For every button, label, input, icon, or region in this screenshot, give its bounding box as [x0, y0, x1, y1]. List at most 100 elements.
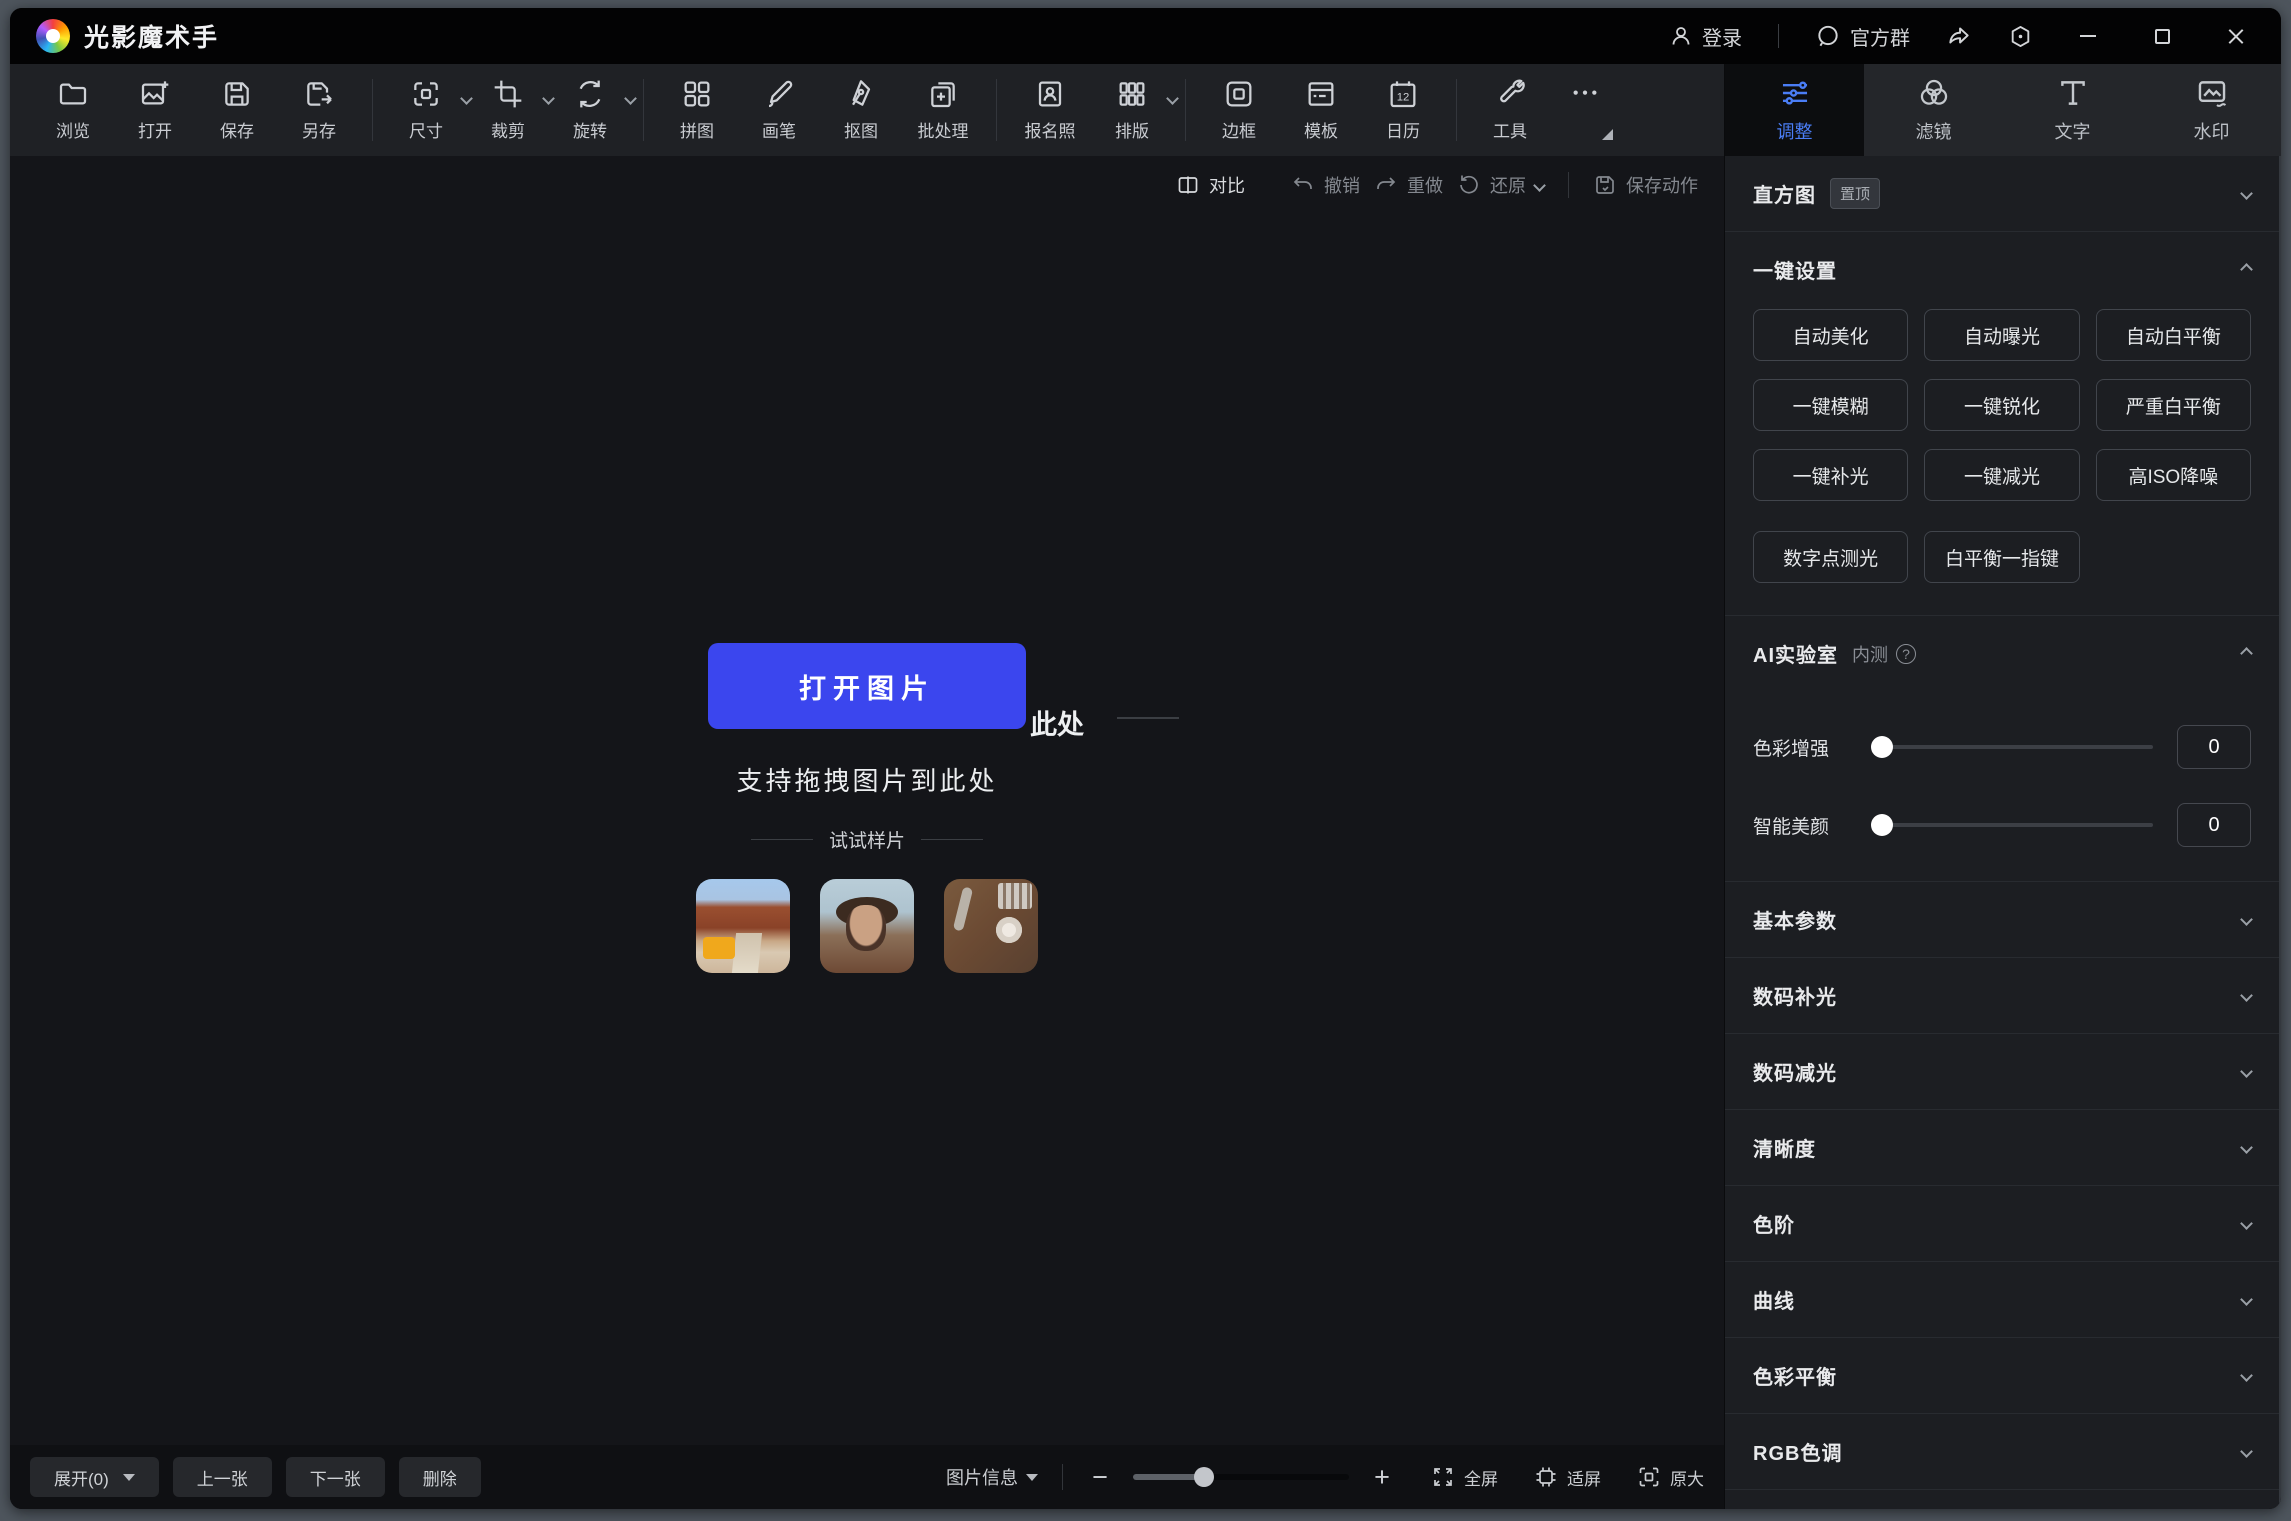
digital-fill-light-header[interactable]: 数码补光	[1725, 958, 2279, 1033]
tool-border[interactable]: 边框	[1202, 78, 1276, 142]
slider-handle[interactable]	[1871, 814, 1893, 836]
save-action-button[interactable]: 保存动作	[1593, 172, 1698, 198]
one-key-sharpen-button[interactable]: 一键锐化	[1924, 379, 2079, 431]
window-maximize-button[interactable]	[2143, 18, 2181, 54]
tool-more[interactable]	[1555, 82, 1615, 138]
calendar-icon: 12	[1387, 78, 1419, 110]
auto-beautify-button[interactable]: 自动美化	[1753, 309, 1908, 361]
more-dots-icon	[1569, 82, 1601, 114]
tool-rotate[interactable]: 旋转	[553, 78, 627, 142]
toolbar-group-photo: 报名照 排版	[997, 79, 1186, 141]
image-info-button[interactable]: 图片信息	[946, 1464, 1038, 1490]
tool-save[interactable]: 保存	[200, 78, 274, 142]
one-key-fill-light-button[interactable]: 一键补光	[1753, 449, 1908, 501]
expand-label: 展开(0)	[54, 1465, 109, 1490]
one-key-grid: 自动美化 自动曝光 自动白平衡 一键模糊 一键锐化 严重白平衡 一键补光 一键减…	[1725, 307, 2279, 501]
window-close-button[interactable]	[2217, 18, 2255, 54]
tool-label: 旋转	[573, 117, 607, 142]
tab-filter[interactable]: 滤镜	[1864, 64, 2003, 156]
login-button[interactable]: 登录	[1669, 22, 1742, 51]
share-button[interactable]	[1946, 23, 1972, 49]
canvas-area[interactable]: 对比 撤销 重做 还原	[10, 156, 1724, 1445]
undo-button[interactable]: 撤销	[1291, 172, 1360, 198]
high-iso-denoise-button[interactable]: 高ISO降噪	[2096, 449, 2251, 501]
tool-save-as[interactable]: 另存	[282, 78, 356, 142]
sample-image-desert-bus[interactable]	[696, 879, 790, 973]
curves-header[interactable]: 曲线	[1725, 1262, 2279, 1337]
chevron-down-icon	[2240, 913, 2253, 926]
zoom-in-button[interactable]: +	[1369, 1462, 1395, 1493]
open-image-button[interactable]: 打开图片	[708, 643, 1026, 729]
zoom-slider-handle[interactable]	[1194, 1467, 1214, 1487]
white-balance-one-touch-button[interactable]: 白平衡一指键	[1924, 531, 2079, 583]
ghost-line	[1117, 717, 1179, 719]
histogram-header[interactable]: 直方图 置顶	[1725, 156, 2279, 231]
zoom-slider[interactable]	[1133, 1466, 1349, 1488]
pen-nib-icon	[845, 78, 877, 110]
next-button[interactable]: 下一张	[286, 1457, 385, 1497]
color-enhance-value[interactable]: 0	[2177, 725, 2251, 769]
compare-button[interactable]: 对比	[1176, 172, 1245, 198]
color-enhance-row: 色彩增强 0	[1725, 725, 2279, 769]
fit-screen-button[interactable]: 适屏	[1534, 1465, 1601, 1490]
window-minimize-button[interactable]	[2069, 18, 2107, 54]
tool-batch[interactable]: 批处理	[906, 78, 980, 142]
settings-button[interactable]	[2008, 24, 2033, 49]
collage-icon	[681, 78, 713, 110]
section-one-key: 一键设置 自动美化 自动曝光 自动白平衡 一键模糊 一键锐化 严重白平衡 一键补…	[1725, 232, 2279, 616]
sample-image-woman[interactable]	[820, 879, 914, 973]
section-label: 色阶	[1753, 1209, 1795, 1238]
tool-cutout[interactable]: 抠图	[824, 78, 898, 142]
original-size-button[interactable]: 原大	[1637, 1465, 1704, 1490]
smart-beauty-value[interactable]: 0	[2177, 803, 2251, 847]
restore-button[interactable]: 还原	[1457, 172, 1544, 198]
basic-params-header[interactable]: 基本参数	[1725, 882, 2279, 957]
one-key-blur-button[interactable]: 一键模糊	[1753, 379, 1908, 431]
ai-lab-header[interactable]: AI实验室 内测 ?	[1725, 616, 2279, 691]
auto-white-balance-button[interactable]: 自动白平衡	[2096, 309, 2251, 361]
smart-beauty-slider[interactable]	[1871, 813, 2153, 837]
delete-button[interactable]: 删除	[399, 1457, 481, 1497]
tool-browse[interactable]: 浏览	[36, 78, 110, 142]
digital-dim-light-header[interactable]: 数码减光	[1725, 1034, 2279, 1109]
app-window: 光影魔术手 登录 官方群	[10, 8, 2281, 1509]
tool-layout[interactable]: 排版	[1095, 78, 1169, 142]
sample-image-desk[interactable]	[944, 879, 1038, 973]
slider-handle[interactable]	[1871, 736, 1893, 758]
one-key-header[interactable]: 一键设置	[1725, 232, 2279, 307]
help-icon[interactable]: ?	[1896, 644, 1916, 664]
clarity-header[interactable]: 清晰度	[1725, 1110, 2279, 1185]
previous-button[interactable]: 上一张	[173, 1457, 272, 1497]
zoom-out-button[interactable]: −	[1087, 1462, 1113, 1493]
color-enhance-slider[interactable]	[1871, 735, 2153, 759]
one-key-dim-light-button[interactable]: 一键减光	[1924, 449, 2079, 501]
tool-collage[interactable]: 拼图	[660, 78, 734, 142]
tool-template[interactable]: 模板	[1284, 78, 1358, 142]
section-label: RGB色调	[1753, 1437, 1842, 1466]
fullscreen-button[interactable]: 全屏	[1431, 1465, 1498, 1490]
tab-adjust[interactable]: 调整	[1725, 64, 1864, 156]
section-ai-lab: AI实验室 内测 ? 色彩增强 0 智能美颜	[1725, 616, 2279, 882]
color-balance-header[interactable]: 色彩平衡	[1725, 1338, 2279, 1413]
chevron-down-icon	[2240, 1445, 2253, 1458]
tool-brush[interactable]: 画笔	[742, 78, 816, 142]
auto-exposure-button[interactable]: 自动曝光	[1924, 309, 2079, 361]
dropdown-arrow-icon	[1026, 1474, 1038, 1481]
levels-header[interactable]: 色阶	[1725, 1186, 2279, 1261]
panel-tabs: 调整 滤镜 文字 水印	[1725, 64, 2281, 156]
tool-size[interactable]: 尺寸	[389, 78, 463, 142]
tab-text[interactable]: 文字	[2003, 64, 2142, 156]
official-group-button[interactable]: 官方群	[1815, 22, 1910, 51]
tool-id-photo[interactable]: 报名照	[1013, 78, 1087, 142]
redo-button[interactable]: 重做	[1374, 172, 1443, 198]
severe-white-balance-button[interactable]: 严重白平衡	[2096, 379, 2251, 431]
tool-label: 报名照	[1025, 117, 1076, 142]
tool-calendar[interactable]: 12 日历	[1366, 78, 1440, 142]
tool-open[interactable]: 打开	[118, 78, 192, 142]
tool-tools[interactable]: 工具	[1473, 78, 1547, 142]
digital-spot-metering-button[interactable]: 数字点测光	[1753, 531, 1908, 583]
tab-watermark[interactable]: 水印	[2142, 64, 2281, 156]
tool-crop[interactable]: 裁剪	[471, 78, 545, 142]
rgb-tone-header[interactable]: RGB色调	[1725, 1414, 2279, 1489]
expand-button[interactable]: 展开(0)	[30, 1457, 159, 1497]
